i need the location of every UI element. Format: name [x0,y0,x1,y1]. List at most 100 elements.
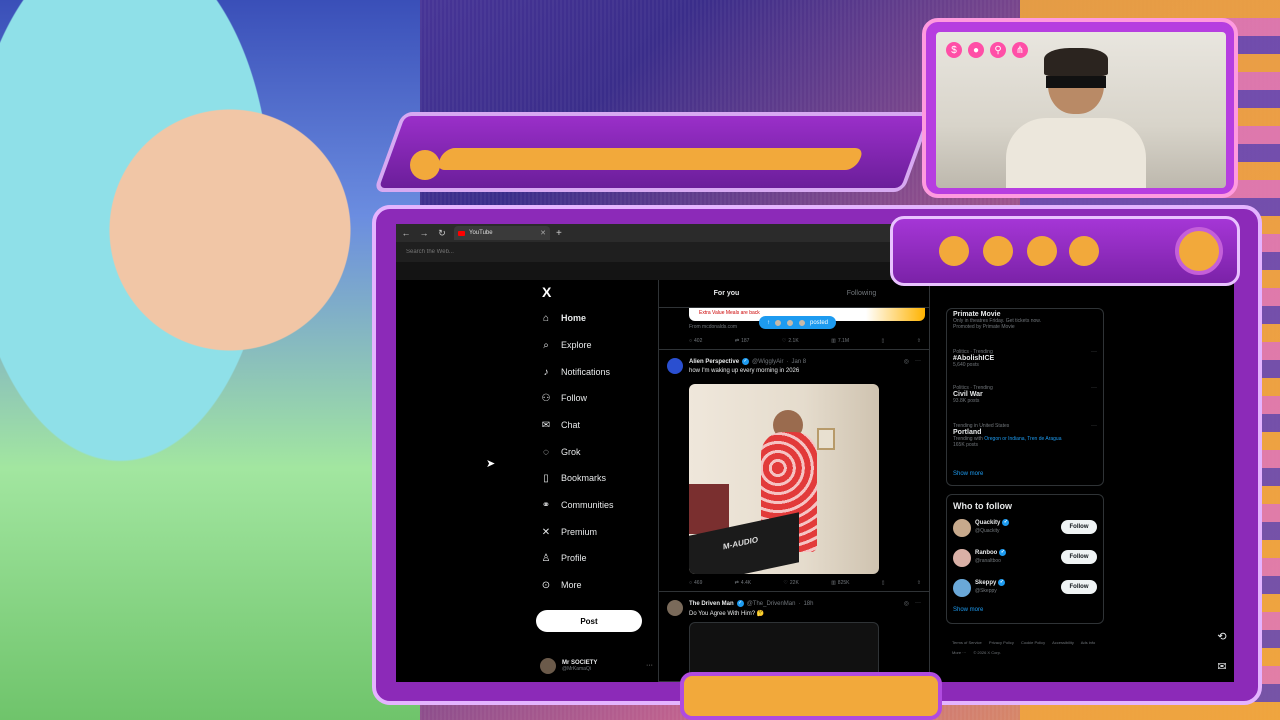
nav-item-premium[interactable]: ✕ Premium [540,522,597,542]
post-image[interactable]: M-AUDIO [689,384,879,574]
reply-button[interactable]: ○ 469 [689,580,702,586]
like-button[interactable]: ♡ 22K [783,580,798,586]
bookmark-button[interactable]: ▯ [882,338,885,344]
post-author-name[interactable]: The Driven Man [689,601,734,607]
reply-button[interactable]: ○ 402 [689,338,702,344]
new-tab-icon[interactable]: + [556,228,562,239]
post-author-name[interactable]: Alien Perspective [689,359,739,365]
share-button[interactable]: ⇧ [917,580,921,586]
avatar [774,318,782,327]
follow-suggestion[interactable]: Skeppy ✓ @Skeppy Follow [953,577,1097,601]
repost-button[interactable]: ⇄ 187 [735,338,750,344]
follow-button[interactable]: Follow [1061,580,1097,594]
back-arrow-icon[interactable]: ← [400,228,412,238]
follow-button[interactable]: Follow [1061,520,1097,534]
nav-item-grok[interactable]: ◌ Grok [540,442,581,462]
timeline: For you Following Extra Value Meals are … [658,280,930,682]
trend-related-link[interactable]: Oregon or Indiana, Tren de Aragua [984,436,1061,442]
grok-icon[interactable]: ⟲ [1214,630,1230,646]
more-dots-icon[interactable]: ··· [1091,349,1097,355]
x-logo-icon[interactable]: X [542,284,551,300]
overlay-bottom-bar [680,672,942,720]
show-more-link[interactable]: Show more [953,471,983,477]
suggestion-name[interactable]: Quackity ✓ [975,519,1010,526]
trend-item[interactable]: Primate Movie Only in theatres Friday. G… [953,311,1097,330]
footer-link[interactable]: More ··· [952,650,966,655]
trend-count: 5,640 posts [953,362,979,368]
grok-icon[interactable]: ◎ [904,358,909,365]
footer-link[interactable]: Privacy Policy [989,640,1014,645]
forward-arrow-icon[interactable]: → [418,228,430,238]
footer-link[interactable]: Ads info [1081,640,1095,645]
nav-item-bookmarks[interactable]: ▯ Bookmarks [540,468,606,488]
post-handle[interactable]: @WigglyAir [752,359,783,365]
tab-for-you[interactable]: For you [659,280,794,307]
trend-item[interactable]: Trending in United States Portland Trend… [953,423,1097,448]
follow-button[interactable]: Follow [1061,550,1097,564]
close-tab-icon[interactable]: ✕ [540,229,546,237]
ad-source[interactable]: From mcdonalds.com [689,324,737,330]
follow-suggestion[interactable]: Ranboo ✓ @ranaltboo Follow [953,547,1097,571]
suggestion-name[interactable]: Skeppy ✓ [975,579,1006,586]
bookmark-button[interactable]: ▯ [882,580,885,586]
nav-item-label: More [561,580,582,590]
reload-icon[interactable]: ↻ [436,228,448,239]
mail-icon[interactable]: ✉ [1214,660,1230,676]
account-switcher[interactable]: Mr SOCIETY @MrKamaQi ··· [540,658,653,674]
more-dots-icon[interactable]: ··· [646,662,653,669]
address-input[interactable] [406,245,886,259]
share-button[interactable]: ⇧ [917,338,921,344]
post-handle[interactable]: @The_DrivenMan [747,601,796,607]
previous-post[interactable]: Extra Value Meals are back From mcdonald… [659,308,929,350]
trend-item[interactable]: Politics · Trending #AbolishICE 5,640 po… [953,349,1097,368]
post-time[interactable]: 18h [803,601,813,607]
post[interactable]: The Driven Man ✓ @The_DrivenMan · 18h ◎ … [659,592,929,682]
suggestion-name[interactable]: Ranboo ✓ [975,549,1007,556]
footer-link[interactable]: Cookie Policy [1021,640,1045,645]
browser-tab[interactable]: YouTube ✕ [454,226,550,240]
more-dots-icon[interactable]: ··· [1091,423,1097,429]
nav-item-label: Explore [561,340,592,350]
nav-item-communities[interactable]: ⚭ Communities [540,495,614,515]
grok-icon[interactable]: ◎ [904,600,909,607]
post[interactable]: Alien Perspective ✓ @WigglyAir · Jan 8 ◎… [659,350,929,592]
trend-item[interactable]: Politics · Trending Civil War 93.8K post… [953,385,1097,404]
more-dots-icon[interactable]: ··· [915,358,921,365]
nav-item-follow[interactable]: ⚇ Follow [540,388,588,408]
avatar[interactable] [953,519,971,537]
show-more-link[interactable]: Show more [953,607,983,613]
nav-item-notifications[interactable]: ♪ Notifications [540,362,611,382]
avatar[interactable] [953,579,971,597]
views-button[interactable]: ▥ 825K [831,580,849,586]
new-posts-pill[interactable]: ↑ posted [759,316,837,329]
bookmark-icon: ▯ [881,580,885,586]
nav-item-more[interactable]: ⊙ More [540,575,582,595]
nav-item-home[interactable]: ⌂ Home [540,308,586,328]
more-dots-icon[interactable]: ··· [915,600,921,607]
post-stats: ○ 469 ⇄ 4.4K ♡ 22K ▥ 825K ▯ ⇧ [689,580,921,586]
repost-icon: ⇄ [734,580,739,586]
avatar[interactable] [667,358,683,374]
post-button[interactable]: Post [536,610,642,632]
floating-actions: ⟲ ✉ [1214,630,1230,676]
views-button[interactable]: ▥ 7.1M [831,338,849,344]
nav-item-chat[interactable]: ✉ Chat [540,415,580,435]
avatar[interactable] [953,549,971,567]
repost-button[interactable]: ⇄ 4.4K [735,580,752,586]
post-time[interactable]: Jan 8 [791,359,806,365]
nav-item-label: Home [561,313,587,323]
like-count: 22K [789,580,799,586]
avatar [798,318,806,327]
follow-suggestion[interactable]: Quackity ✓ @Quackity Follow [953,517,1097,541]
nav-item-profile[interactable]: ♙ Profile [540,548,587,568]
footer-link[interactable]: Accessibility [1052,640,1074,645]
tab-title: YouTube [469,230,493,236]
more-dots-icon[interactable]: ··· [1091,385,1097,391]
like-button[interactable]: ♡ 2.1K [782,338,799,344]
footer-link[interactable]: Terms of Service [952,640,982,645]
nav-item-explore[interactable]: ⌕ Explore [540,335,592,355]
verified-badge-icon: ✓ [999,549,1007,556]
avatar[interactable] [667,600,683,616]
mouse-cursor-icon: ➤ [486,458,496,470]
dot-separator: · [786,358,789,365]
